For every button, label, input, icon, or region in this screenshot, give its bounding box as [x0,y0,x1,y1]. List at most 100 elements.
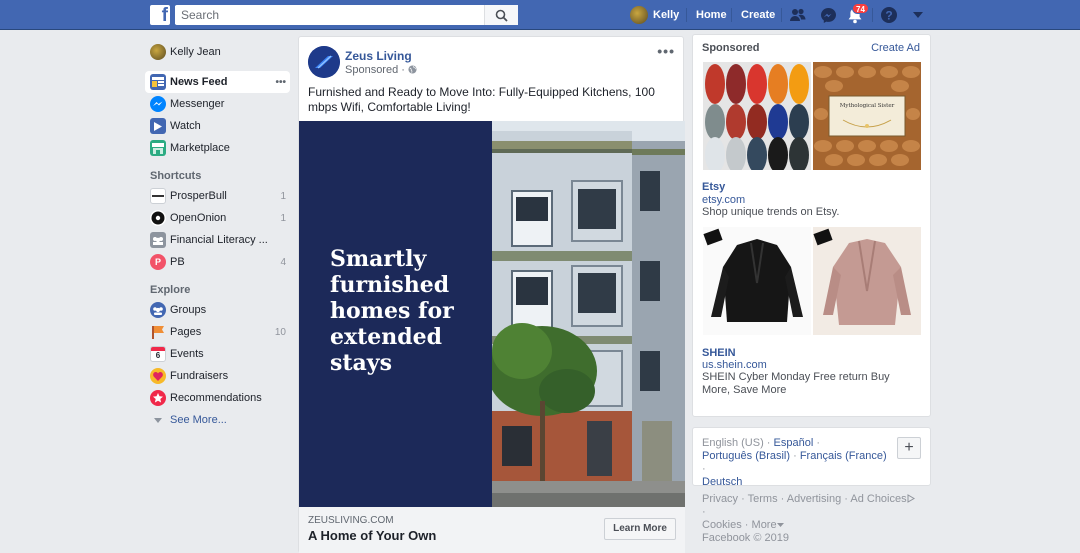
ad-image[interactable]: Smartly furnished homes for extended sta… [299,121,685,507]
question-icon: ? [881,7,897,23]
avatar [150,44,166,60]
divider [781,8,782,22]
create-link[interactable]: Create [741,0,775,30]
sidebar-item-openonion[interactable]: OpenOnion 1 [145,207,290,229]
language-link[interactable]: Deutsch [702,476,742,488]
etsy-ad-image-shoes[interactable] [703,62,811,170]
language-link[interactable]: Português (Brasil) [702,450,790,462]
building-photo [492,121,685,507]
shein-ad-image-black-coat[interactable] [703,227,811,335]
sidebar-item-groups[interactable]: Groups [145,299,290,321]
ad-title: A Home of Your Own [308,528,437,543]
footer-link-cookies[interactable]: Cookies [702,519,742,531]
search-box [175,5,518,25]
profile-name: Kelly [653,9,680,21]
create-label: Create [741,9,776,21]
ad-domain: ZEUSLIVING.COM [308,515,394,526]
search-button[interactable] [484,5,518,25]
see-more-label: See More... [170,414,227,426]
sidebar-item-marketplace[interactable]: Marketplace [145,137,290,159]
openonion-icon [150,210,166,226]
sidebar-item-pb[interactable]: P PB 4 [145,251,290,273]
caret-down-icon [776,523,784,527]
help-button[interactable]: ? [879,5,899,25]
etsy-ad-name[interactable]: Etsy [702,181,725,193]
sidebar-item-watch[interactable]: Watch [145,115,290,137]
ad-link-footer[interactable]: ZEUSLIVING.COM A Home of Your Own Learn … [299,507,685,553]
sidebar-item-label: Financial Literacy ... [170,234,268,246]
sidebar-item-label: Fundraisers [170,370,229,382]
ad-choices-icon [907,494,915,503]
shein-ad-url[interactable]: us.shein.com [702,359,767,371]
watch-icon [150,118,166,134]
shein-ad-image-pink-coat[interactable] [813,227,921,335]
divider [872,8,873,22]
shein-ad-name[interactable]: SHEIN [702,347,736,359]
sidebar-item-pages[interactable]: Pages 10 [145,321,290,343]
sidebar-item-news-feed[interactable]: News Feed ••• [145,71,290,93]
footer-link-privacy[interactable]: Privacy [702,493,738,505]
item-count: 1 [280,190,286,202]
sidebar-profile[interactable]: Kelly Jean [145,41,290,63]
sidebar-item-label: Kelly Jean [170,46,221,58]
recommendations-icon [150,390,166,406]
explore-heading: Explore [150,284,191,296]
prosperbull-icon [150,188,166,204]
shein-ad-description: SHEIN Cyber Monday Free return Buy More,… [702,371,890,396]
post-text: Furnished and Ready to Move Into: Fully-… [308,85,655,114]
friends-icon [790,8,806,21]
page-name-link[interactable]: Zeus Living [345,49,412,63]
etsy-ad-image-bracelet[interactable]: Mythological Sister [813,62,921,170]
sidebar-item-label: PB [170,256,185,268]
sidebar-item-label: Recommendations [170,392,262,404]
sponsored-ads-panel: Sponsored Create Ad Mythological Sister … [692,34,931,417]
friend-requests-button[interactable] [788,5,808,25]
language-link[interactable]: Español [774,437,814,449]
item-count: 1 [280,212,286,224]
ad-text-panel: Smartly furnished homes for extended sta… [299,121,492,507]
facebook-logo-icon[interactable]: f [150,5,170,26]
sidebar-item-label: Groups [170,304,207,316]
calendar-icon: 6 [150,346,166,362]
shortcuts-heading: Shortcuts [150,170,202,182]
etsy-ad-url[interactable]: etsy.com [702,194,745,206]
ad-headline: Smartly furnished homes for extended sta… [330,246,454,376]
sidebar-item-fundraisers[interactable]: Fundraisers [145,365,290,387]
footer-link-terms[interactable]: Terms [748,493,778,505]
footer-link-ad-choices[interactable]: Ad Choices [850,493,906,505]
sidebar-item-label: ProsperBull [170,190,227,202]
search-input[interactable] [175,6,485,24]
copyright: Facebook © 2019 [702,532,789,544]
account-menu-button[interactable] [908,5,928,25]
sidebar-item-recommendations[interactable]: Recommendations [145,387,290,409]
top-navigation-bar: f Kelly Home Create 74 ? [0,0,1080,30]
group-icon [150,232,166,248]
profile-link[interactable]: Kelly [630,0,679,30]
sidebar-item-events[interactable]: 6 Events [145,343,290,365]
see-more-link[interactable]: See More... [145,409,290,431]
more-options-icon[interactable]: ••• [275,77,286,88]
home-link[interactable]: Home [696,0,727,30]
sponsored-heading: Sponsored [702,42,760,54]
marketplace-icon [150,140,166,156]
language-selector: English (US) · Español · Português (Bras… [692,427,931,488]
messenger-icon [150,96,166,112]
sidebar-item-label: Marketplace [170,142,230,154]
sidebar-item-financial-literacy[interactable]: Financial Literacy ... [145,229,290,251]
create-ad-link[interactable]: Create Ad [871,42,920,54]
learn-more-button[interactable]: Learn More [604,518,676,540]
footer-link-advertising[interactable]: Advertising [787,493,841,505]
sponsored-text: Sponsored [345,64,399,76]
messenger-button[interactable] [818,5,838,25]
groups-icon [150,302,166,318]
page-avatar[interactable] [308,46,340,78]
sidebar-item-label: Messenger [170,98,225,110]
sidebar-item-prosperbull[interactable]: ProsperBull 1 [145,185,290,207]
news-feed-icon [150,74,166,90]
add-language-button[interactable]: + [897,437,921,459]
sponsored-label: Sponsored · [345,64,417,76]
footer-link-more[interactable]: More [752,519,777,531]
sidebar-item-messenger[interactable]: Messenger [145,93,290,115]
language-link[interactable]: Français (France) [800,450,887,462]
post-options-button[interactable]: ••• [657,43,675,59]
